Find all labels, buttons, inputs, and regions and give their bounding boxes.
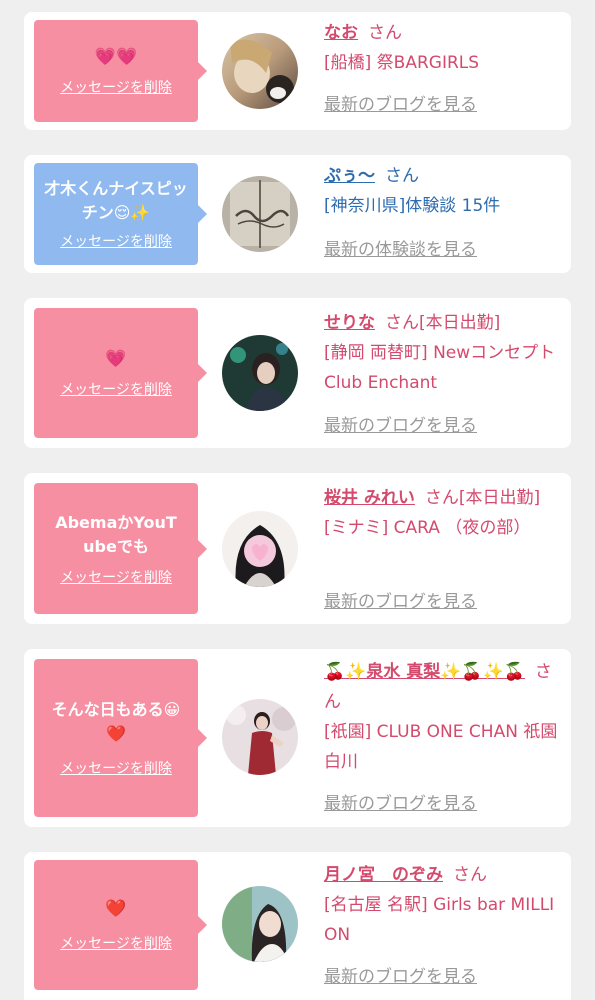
user-name-link[interactable]: せりな bbox=[324, 313, 375, 333]
latest-blog-link[interactable]: 最新のブログを見る bbox=[324, 587, 477, 612]
message-card: 💗 メッセージを削除 せりな さん[本日出勤] [静岡 両替町] Newコンセプト… bbox=[24, 298, 571, 448]
latest-blog-link[interactable]: 最新のブログを見る bbox=[324, 90, 477, 115]
heart-emoji: ❤️ bbox=[105, 899, 127, 919]
delete-message-link[interactable]: メッセージを削除 bbox=[60, 379, 172, 399]
user-name-link[interactable]: ぷぅ〜 bbox=[324, 166, 375, 186]
user-info: 🍒✨泉水 真梨✨🍒✨🍒 さん [祇園] CLUB ONE CHAN 祇園白川 bbox=[324, 657, 560, 777]
honorific: さん bbox=[424, 488, 459, 508]
shop-label: [船橋] 祭BARGIRLS bbox=[324, 53, 480, 73]
message-card: 才木くんナイスピッチン😌✨ メッセージを削除 ぷぅ〜 さん [神奈川県]体験談 1… bbox=[24, 155, 571, 273]
user-name-link[interactable]: 🍒✨泉水 真梨✨🍒✨🍒 bbox=[324, 662, 525, 682]
message-bubble: 💗 メッセージを削除 bbox=[34, 308, 207, 438]
user-info: 月ノ宮 のぞみ さん [名古屋 名駅] Girls bar MILLION bbox=[324, 860, 560, 950]
latest-blog-link[interactable]: 最新のブログを見る bbox=[324, 411, 477, 436]
avatar[interactable] bbox=[222, 886, 298, 962]
avatar[interactable] bbox=[222, 511, 298, 587]
delete-message-link[interactable]: メッセージを削除 bbox=[60, 758, 172, 778]
user-name-link[interactable]: なお bbox=[324, 23, 358, 43]
avatar[interactable] bbox=[222, 33, 298, 109]
message-bubble: 才木くんナイスピッチン😌✨ メッセージを削除 bbox=[34, 163, 207, 265]
delete-message-link[interactable]: メッセージを削除 bbox=[60, 77, 172, 97]
delete-message-link[interactable]: メッセージを削除 bbox=[60, 231, 172, 251]
latest-blog-link[interactable]: 最新のブログを見る bbox=[324, 789, 477, 814]
user-info: 桜井 みれい さん[本日出勤] [ミナミ] CARA （夜の部） bbox=[324, 483, 560, 543]
message-card: AbemaかYouTubeでも メッセージを削除 桜井 みれい さん[本日出勤] … bbox=[24, 473, 571, 624]
avatar[interactable] bbox=[222, 176, 298, 252]
message-card: ❤️ メッセージを削除 月ノ宮 のぞみ さん [名古屋 名駅] Girls bar… bbox=[24, 852, 571, 1000]
shop-label: [静岡 両替町] Newコンセプト Club Enchant bbox=[324, 343, 556, 393]
shop-label: [ミナミ] CARA （夜の部） bbox=[324, 518, 531, 538]
message-card: そんな日もある😀❤️ メッセージを削除 🍒✨泉水 真梨✨🍒✨🍒 さん [祇園] C… bbox=[24, 649, 571, 827]
message-text: そんな日もある😀❤️ bbox=[51, 700, 181, 743]
message-text: 才木くんナイスピッチン😌✨ bbox=[44, 179, 188, 222]
honorific: さん bbox=[385, 166, 419, 186]
delete-message-link[interactable]: メッセージを削除 bbox=[60, 933, 172, 953]
honorific: さん bbox=[453, 865, 487, 885]
user-info: なお さん [船橋] 祭BARGIRLS bbox=[324, 18, 560, 78]
status-label: [本日出勤] bbox=[419, 313, 501, 333]
user-info: せりな さん[本日出勤] [静岡 両替町] Newコンセプト Club Encha… bbox=[324, 308, 560, 398]
honorific: さん bbox=[368, 23, 402, 43]
heart-emoji: 💗 bbox=[105, 349, 127, 369]
latest-review-link[interactable]: 最新の体験談を見る bbox=[324, 235, 477, 260]
shop-label: [名古屋 名駅] Girls bar MILLION bbox=[324, 895, 555, 945]
user-name-link[interactable]: 桜井 みれい bbox=[324, 488, 415, 508]
status-label: [本日出勤] bbox=[458, 488, 541, 508]
user-info: ぷぅ〜 さん [神奈川県]体験談 15件 bbox=[324, 161, 560, 221]
avatar[interactable] bbox=[222, 699, 298, 775]
user-name-link[interactable]: 月ノ宮 のぞみ bbox=[324, 865, 443, 885]
message-bubble: 💗💗 メッセージを削除 bbox=[34, 20, 207, 122]
message-bubble: そんな日もある😀❤️ メッセージを削除 bbox=[34, 659, 207, 817]
message-card: 💗💗 メッセージを削除 なお さん [船橋] 祭BARGIRLS 最新のブログを見… bbox=[24, 12, 571, 130]
honorific: さん bbox=[385, 313, 419, 333]
delete-message-link[interactable]: メッセージを削除 bbox=[60, 567, 172, 587]
shop-label: [神奈川県]体験談 15件 bbox=[324, 196, 501, 216]
latest-blog-link[interactable]: 最新のブログを見る bbox=[324, 962, 477, 987]
message-bubble: ❤️ メッセージを削除 bbox=[34, 860, 207, 990]
heart-emoji: 💗💗 bbox=[94, 47, 138, 67]
message-text: AbemaかYouTubeでも bbox=[55, 512, 177, 556]
message-bubble: AbemaかYouTubeでも メッセージを削除 bbox=[34, 483, 207, 614]
shop-label: [祇園] CLUB ONE CHAN 祇園白川 bbox=[324, 722, 558, 772]
avatar[interactable] bbox=[222, 335, 298, 411]
